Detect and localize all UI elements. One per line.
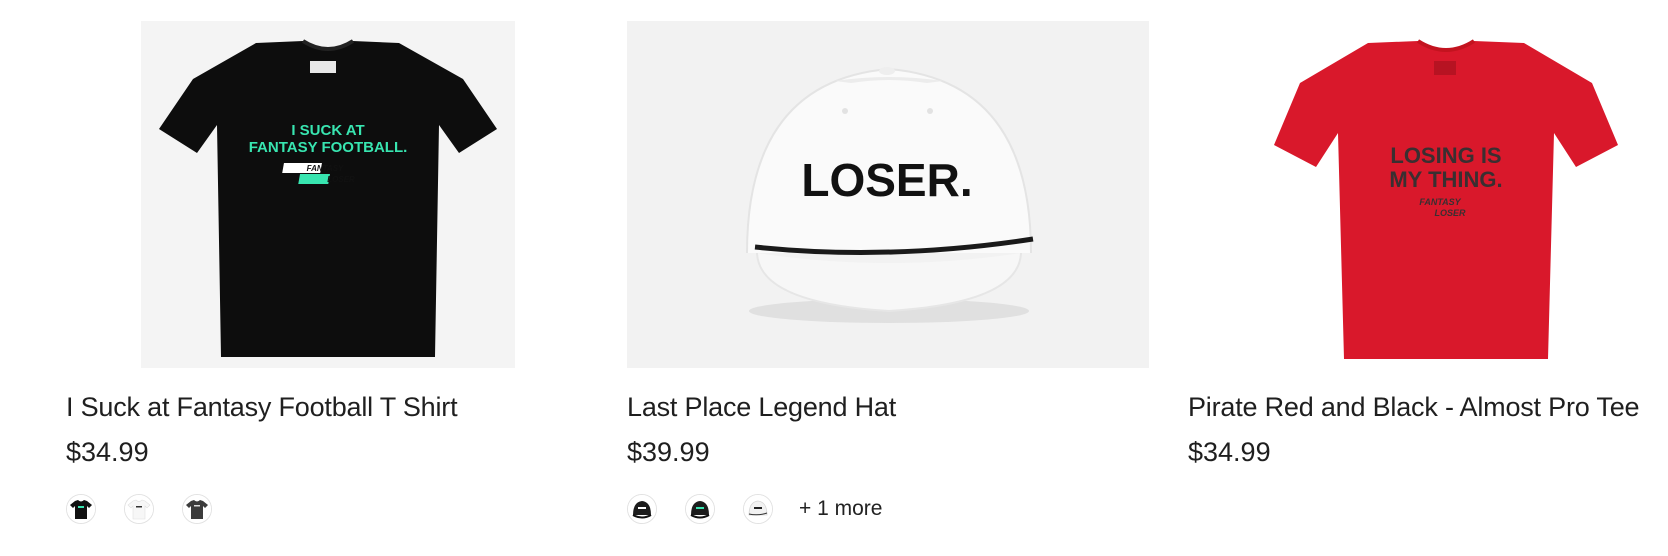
slogan-line-1: I SUCK AT bbox=[291, 122, 364, 139]
logo-bottom: LOSER bbox=[1434, 208, 1466, 218]
product-title[interactable]: I Suck at Fantasy Football T Shirt bbox=[66, 392, 458, 423]
hat-slogan: LOSER. bbox=[801, 154, 972, 206]
red-tshirt-image: LOSING IS MY THING. FANTASY LOSER bbox=[1188, 21, 1668, 368]
slogan-line-2: FANTASY FOOTBALL. bbox=[249, 139, 408, 156]
product-title[interactable]: Last Place Legend Hat bbox=[627, 392, 896, 423]
product-grid: I SUCK AT FANTASY FOOTBALL. FANTASY LOSE… bbox=[0, 0, 1668, 556]
product-image-link[interactable]: I SUCK AT FANTASY FOOTBALL. FANTASY LOSE… bbox=[141, 21, 515, 368]
swatch-white-hat[interactable] bbox=[743, 494, 773, 524]
product-title[interactable]: Pirate Red and Black - Almost Pro Tee bbox=[1188, 392, 1640, 423]
slogan-line-1: LOSING IS bbox=[1390, 143, 1501, 168]
black-tshirt-image: I SUCK AT FANTASY FOOTBALL. FANTASY LOSE… bbox=[141, 21, 515, 368]
swatch-white-tshirt[interactable] bbox=[124, 494, 154, 524]
logo-top: FANTASY bbox=[307, 164, 344, 173]
product-price: $39.99 bbox=[627, 437, 710, 467]
swatch-charcoal-tshirt[interactable] bbox=[182, 494, 212, 524]
product-image-link[interactable]: LOSER. bbox=[627, 21, 1149, 368]
color-swatches: + 1 more bbox=[627, 492, 882, 526]
logo-top: FANTASY bbox=[1419, 197, 1461, 207]
product-price: $34.99 bbox=[1188, 437, 1271, 467]
white-hat-image: LOSER. bbox=[627, 21, 1149, 368]
swatch-black-green-hat[interactable] bbox=[685, 494, 715, 524]
swatch-black-hat[interactable] bbox=[627, 494, 657, 524]
product-price: $34.99 bbox=[66, 437, 149, 467]
product-image-link[interactable]: LOSING IS MY THING. FANTASY LOSER bbox=[1188, 21, 1668, 368]
swatch-black-tshirt[interactable] bbox=[66, 494, 96, 524]
color-swatches bbox=[66, 492, 240, 526]
more-swatches-link[interactable]: + 1 more bbox=[799, 497, 882, 521]
slogan-line-2: MY THING. bbox=[1389, 167, 1502, 192]
logo-bottom: LOSER bbox=[327, 175, 355, 184]
